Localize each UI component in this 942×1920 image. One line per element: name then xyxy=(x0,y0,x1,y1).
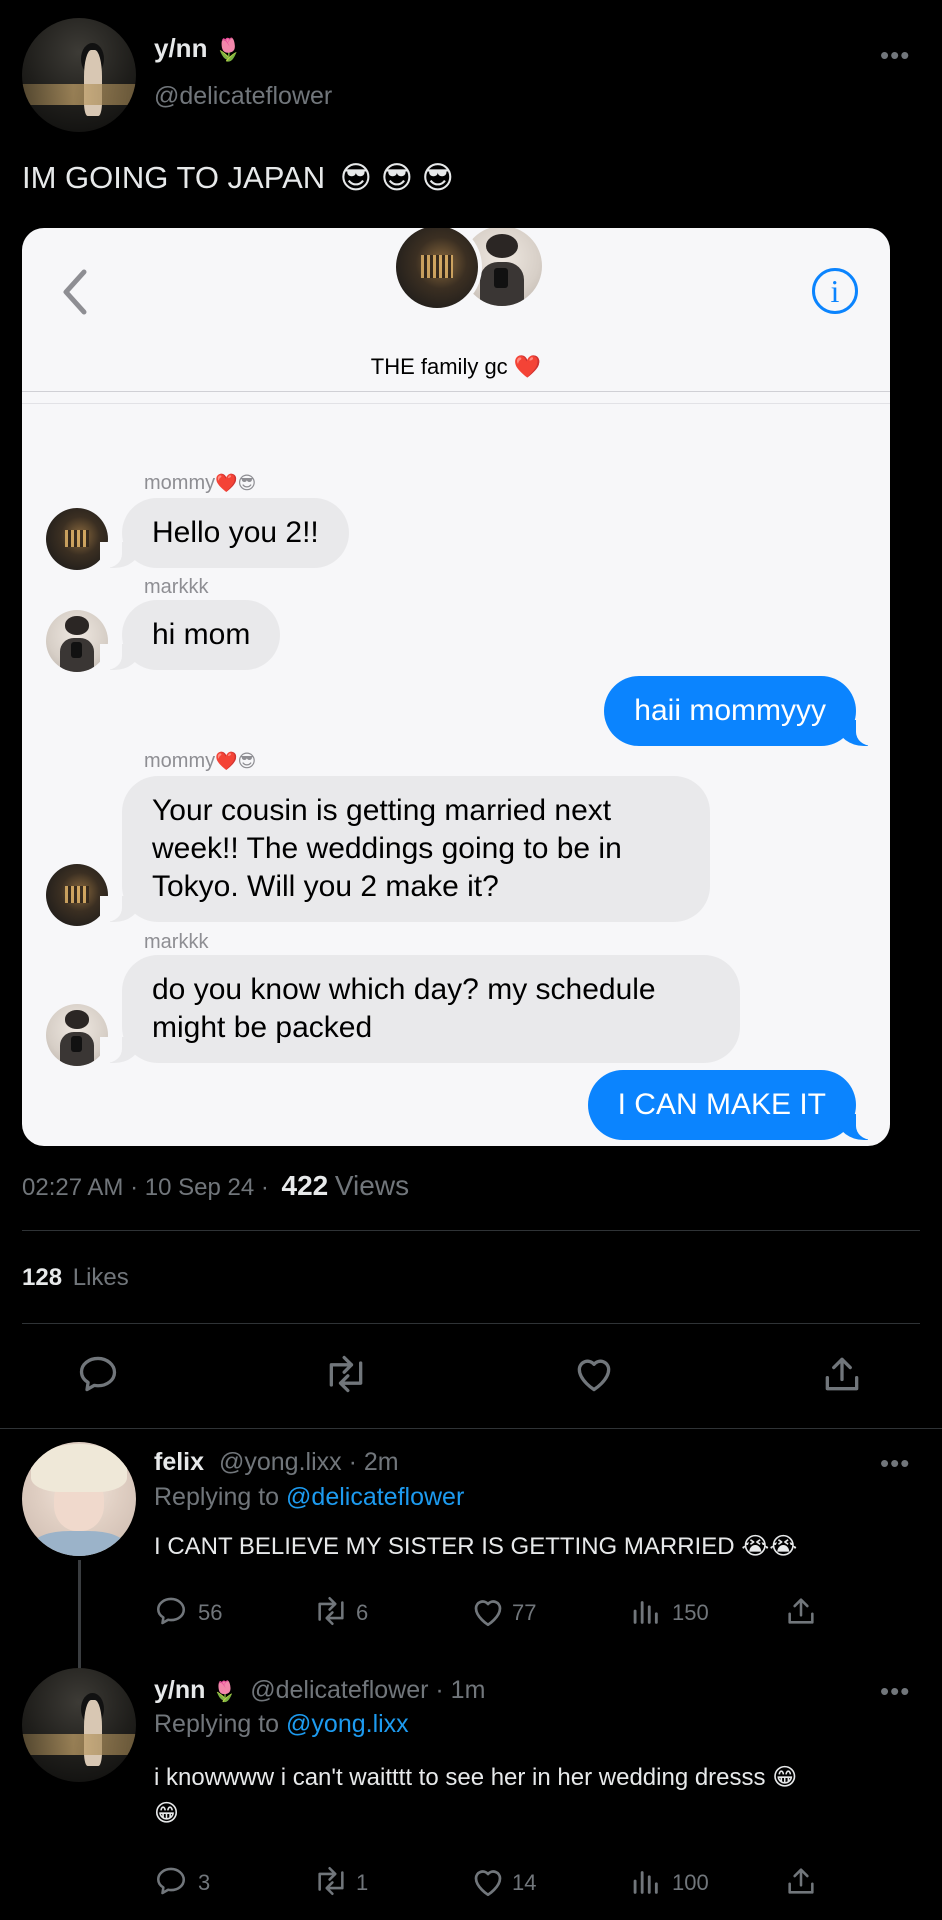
group-avatar-front xyxy=(392,228,482,312)
sender-label: markkk xyxy=(144,576,209,598)
replying-to: Replying to @delicateflower xyxy=(154,1483,465,1511)
more-options-icon[interactable]: ••• xyxy=(880,40,910,71)
author-handle[interactable]: @delicateflower xyxy=(154,82,332,111)
views-bar-icon[interactable] xyxy=(628,1594,662,1628)
incoming-message: hi mom xyxy=(99,600,281,670)
author-avatar[interactable] xyxy=(22,18,136,132)
author-name[interactable]: y/nn 🌷 xyxy=(154,33,242,64)
sender-label: markkk xyxy=(144,931,209,953)
reply-count: 56 xyxy=(198,1600,223,1625)
post-image-chat[interactable]: i THE family gc ❤️ mommy❤️😎 Hello you 2!… xyxy=(22,228,890,1146)
outgoing-message: I CAN MAKE IT xyxy=(587,1070,879,1140)
reply-avatar[interactable] xyxy=(22,1668,136,1782)
timestamp[interactable]: 02:27 AM · 10 Sep 24 · xyxy=(22,1174,269,1201)
retweet-icon[interactable] xyxy=(322,1352,370,1396)
views-bar-icon[interactable] xyxy=(628,1864,662,1898)
share-icon[interactable] xyxy=(784,1594,818,1628)
like-heart-icon[interactable] xyxy=(572,1352,616,1396)
info-icon[interactable]: i xyxy=(812,268,858,314)
message-avatar xyxy=(46,508,108,570)
views-count: 100 xyxy=(672,1870,709,1895)
retweet-count: 6 xyxy=(356,1600,369,1625)
replying-to-link[interactable]: @delicateflower xyxy=(286,1483,464,1511)
header-divider-2 xyxy=(22,403,890,404)
like-count: 14 xyxy=(512,1870,537,1895)
sender-label: mommy❤️😎 xyxy=(144,472,257,494)
replying-to: Replying to @yong.lixx xyxy=(154,1710,409,1738)
sender-label: mommy❤️😎 xyxy=(144,750,257,772)
incoming-message: Your cousin is getting married next week… xyxy=(100,776,710,922)
divider xyxy=(0,1428,942,1429)
like-heart-icon[interactable] xyxy=(470,1594,506,1630)
reply-icon[interactable] xyxy=(154,1594,188,1628)
share-icon[interactable] xyxy=(820,1352,864,1396)
reply-icon[interactable] xyxy=(76,1352,120,1396)
reply-icon[interactable] xyxy=(154,1864,188,1898)
retweet-icon[interactable] xyxy=(312,1864,350,1898)
likes-stat[interactable]: 128 Likes xyxy=(22,1264,129,1292)
tulip-emoji: 🌷 xyxy=(212,1681,238,1703)
reply-header: y/nn 🌷 @delicateflower · 1m xyxy=(154,1676,485,1705)
incoming-message: do you know which day? my schedule might… xyxy=(100,955,740,1063)
sunglasses-emojis: 😎 😎 😎 xyxy=(339,160,454,195)
reply-author-name[interactable]: y/nn xyxy=(154,1676,205,1704)
tulip-emoji: 🌷 xyxy=(214,37,243,62)
reply-text: i knowwww i can't waitttt to see her in … xyxy=(154,1764,798,1827)
thread-line xyxy=(78,1560,81,1670)
message-avatar xyxy=(46,864,108,926)
retweet-icon[interactable] xyxy=(312,1594,350,1628)
reply-avatar[interactable] xyxy=(22,1442,136,1556)
share-icon[interactable] xyxy=(784,1864,818,1898)
reply-text: I CANT BELIEVE MY SISTER IS GETTING MARR… xyxy=(154,1533,798,1560)
reply-header: felix @yong.lixx · 2m xyxy=(154,1448,399,1477)
views-label: Views xyxy=(334,1170,410,1201)
incoming-message: Hello you 2!! xyxy=(100,498,349,568)
post-text: IM GOING TO JAPAN 😎 😎 😎 xyxy=(22,160,454,195)
message-avatar xyxy=(46,610,108,672)
outgoing-message: haii mommyyy xyxy=(604,676,878,746)
reply-handle-time[interactable]: @delicateflower · 1m xyxy=(250,1676,485,1704)
like-heart-icon[interactable] xyxy=(470,1864,506,1900)
divider xyxy=(22,1230,920,1231)
reply-author-name[interactable]: felix xyxy=(154,1448,204,1476)
more-options-icon[interactable]: ••• xyxy=(880,1448,910,1479)
message-avatar xyxy=(46,1004,108,1066)
like-count: 77 xyxy=(512,1600,537,1625)
reply-count: 3 xyxy=(198,1870,211,1895)
retweet-count: 1 xyxy=(356,1870,369,1895)
back-chevron-icon[interactable] xyxy=(60,268,90,316)
more-options-icon[interactable]: ••• xyxy=(880,1676,910,1707)
views-count: 422 xyxy=(281,1170,329,1201)
chat-title: THE family gc ❤️ xyxy=(370,354,542,379)
divider xyxy=(22,1323,920,1324)
views-count: 150 xyxy=(672,1600,709,1625)
header-divider xyxy=(22,391,890,392)
reply-handle-time[interactable]: @yong.lixx · 2m xyxy=(219,1448,399,1476)
post-meta: 02:27 AM · 10 Sep 24 · 422 Views xyxy=(22,1170,409,1202)
replying-to-link[interactable]: @yong.lixx xyxy=(286,1710,409,1738)
